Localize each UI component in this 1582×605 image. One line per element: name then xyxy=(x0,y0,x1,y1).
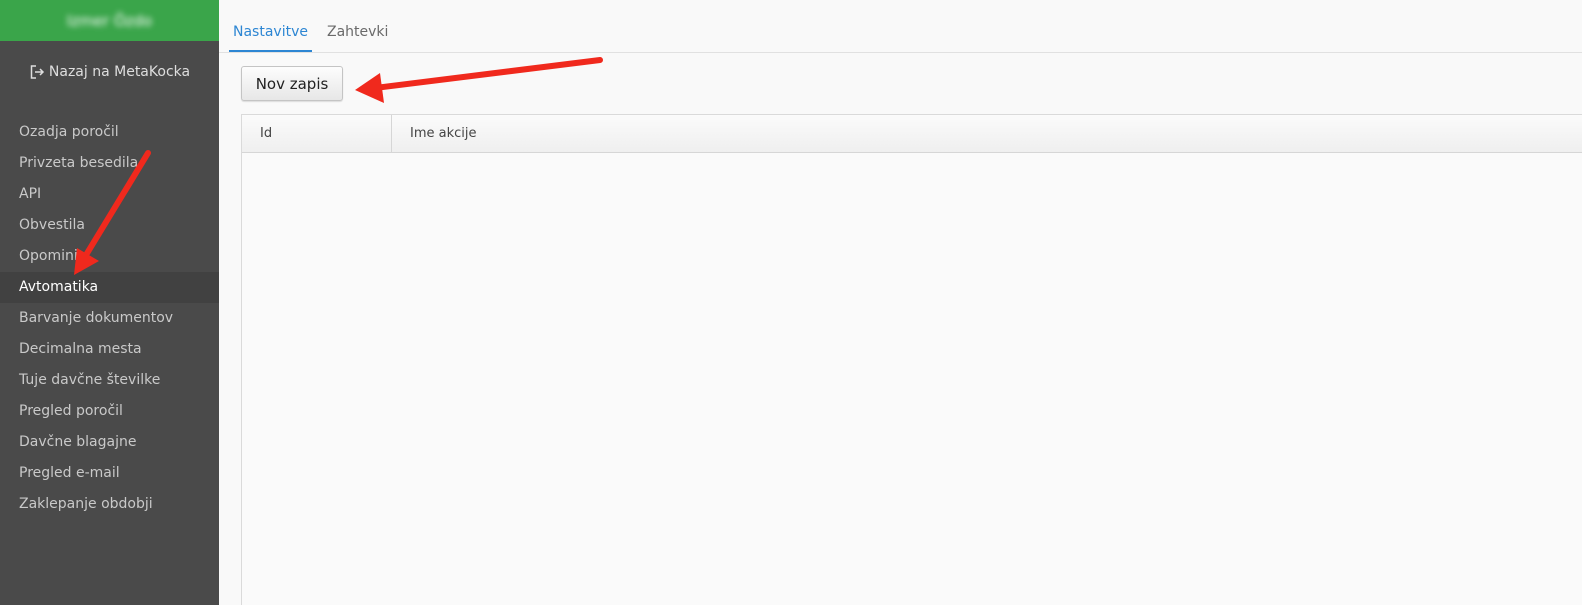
sidebar-item-ozadja-porocil[interactable]: Ozadja poročil xyxy=(0,117,219,148)
sidebar-item-pregled-email[interactable]: Pregled e-mail xyxy=(0,458,219,489)
sidebar-item-opomini[interactable]: Opomini xyxy=(0,241,219,272)
sidebar-item-obvestila[interactable]: Obvestila xyxy=(0,210,219,241)
back-link-label: Nazaj na MetaKocka xyxy=(48,64,191,80)
sidebar-item-tuje-davcne-stevilke[interactable]: Tuje davčne številke xyxy=(0,365,219,396)
company-name: Izmer Özdo xyxy=(66,11,153,30)
sidebar-item-davcne-blagajne[interactable]: Davčne blagajne xyxy=(0,427,219,458)
actions-grid: Id Ime akcije xyxy=(241,114,1582,605)
column-header-id[interactable]: Id xyxy=(242,115,392,152)
sidebar-item-api[interactable]: API xyxy=(0,179,219,210)
sidebar: Izmer Özdo Nazaj na MetaKocka Ozadja por… xyxy=(0,0,219,605)
tab-bar: Nastavitve Zahtevki xyxy=(219,0,1582,53)
new-record-button[interactable]: Nov zapis xyxy=(241,66,343,101)
grid-header: Id Ime akcije xyxy=(242,115,1582,153)
tab-nastavitve[interactable]: Nastavitve xyxy=(229,12,312,52)
sidebar-item-avtomatika[interactable]: Avtomatika xyxy=(0,272,219,303)
sidebar-item-barvanje-dokumentov[interactable]: Barvanje dokumentov xyxy=(0,303,219,334)
main-content: Nastavitve Zahtevki Nov zapis Id Ime akc… xyxy=(219,0,1582,605)
back-to-metakocka-link[interactable]: Nazaj na MetaKocka xyxy=(0,61,219,83)
sign-out-icon xyxy=(29,64,45,80)
settings-menu: Ozadja poročil Privzeta besedila API Obv… xyxy=(0,117,219,520)
column-header-ime-akcije[interactable]: Ime akcije xyxy=(392,115,1582,152)
sidebar-item-pregled-porocil[interactable]: Pregled poročil xyxy=(0,396,219,427)
sidebar-item-zaklepanje-obdobji[interactable]: Zaklepanje obdobji xyxy=(0,489,219,520)
sidebar-item-privzeta-besedila[interactable]: Privzeta besedila xyxy=(0,148,219,179)
tab-zahtevki[interactable]: Zahtevki xyxy=(323,12,392,52)
sidebar-item-decimalna-mesta[interactable]: Decimalna mesta xyxy=(0,334,219,365)
sidebar-header: Izmer Özdo xyxy=(0,0,219,41)
